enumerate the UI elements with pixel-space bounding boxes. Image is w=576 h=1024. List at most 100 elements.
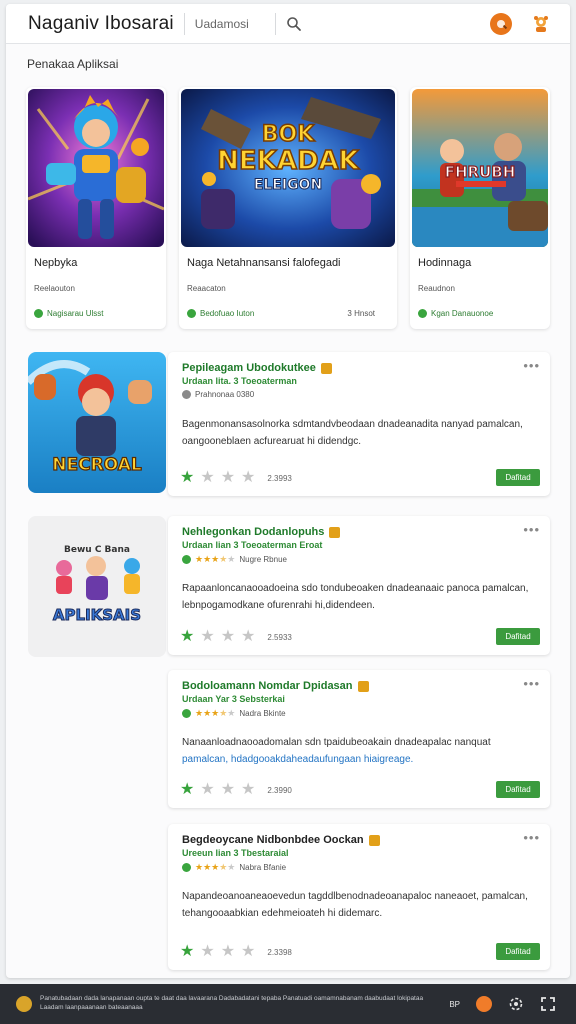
star-icon[interactable]: ★: [180, 470, 194, 486]
medal-icon: [320, 362, 332, 374]
meta-text: Nugre Rbnue: [239, 555, 287, 564]
search-input[interactable]: [194, 12, 269, 35]
app-developer: Urdaan lita. 3 Toeoaterman: [182, 376, 297, 386]
more-options-icon[interactable]: •••: [523, 358, 540, 373]
status-badge: Nagisarau Ulsst: [34, 309, 103, 318]
divider: [274, 12, 276, 35]
download-button[interactable]: Dafitad: [496, 469, 540, 486]
section-title: Penakaa Apliksai: [27, 57, 119, 71]
rating-count: 2.3398: [267, 947, 292, 957]
star-icon[interactable]: ★: [221, 944, 235, 960]
more-options-icon[interactable]: •••: [523, 830, 540, 845]
rating[interactable]: ★ ★ ★ ★ 2.3990: [180, 782, 292, 798]
app-description: Rapaanloncanaooadoeina sdo tondubeoaken …: [182, 580, 536, 614]
rating[interactable]: ★ ★ ★ ★ 2.5933: [180, 629, 292, 645]
search-icon[interactable]: [286, 16, 302, 32]
app-meta: ★★★★★ Nadra Bkinte: [182, 708, 286, 719]
rating-count: 2.5933: [267, 632, 292, 642]
app-list-item[interactable]: Begdeoycane Nidbonbdee Oockan Ureeun lia…: [168, 824, 550, 970]
star-icon[interactable]: ★: [200, 944, 214, 960]
fullscreen-icon[interactable]: [540, 996, 556, 1012]
app-title: Bodoloamann Nomdar Dpidasan: [182, 680, 369, 692]
check-icon: [182, 709, 191, 718]
status-text: Nagisarau Ulsst: [47, 309, 104, 318]
rating-count: 2.3990: [267, 785, 292, 795]
settings-icon[interactable]: [508, 996, 524, 1012]
art-subtitle: ELEIGON: [254, 177, 322, 193]
app-thumbnail[interactable]: BOK NEKADAK ELEIGON: [181, 89, 395, 247]
app-category: Reaacaton: [187, 284, 226, 293]
app-thumbnail[interactable]: FHRUBH: [412, 89, 548, 247]
app-title-text: Nehlegonkan Dodanlopuhs: [182, 526, 325, 538]
description-text: Bagenmonansasolnorka sdmtandvbeodaan dna…: [182, 419, 523, 447]
star-icon[interactable]: ★: [200, 782, 214, 798]
profile-icon[interactable]: [530, 12, 552, 35]
app-list-item[interactable]: Nehlegonkan Dodanlopuhs Urdaan lian 3 To…: [168, 516, 550, 655]
bottom-bar: Panatubadaan dada lanapanaan oupta te da…: [0, 984, 576, 1024]
check-icon: [418, 309, 427, 318]
description-text: Napandeoanoaneaoevedun tagddlbenodnadeoa…: [182, 891, 528, 919]
footer-label[interactable]: BP: [449, 1000, 460, 1009]
avatar[interactable]: [16, 996, 32, 1012]
star-icon[interactable]: ★: [221, 629, 235, 645]
more-options-icon[interactable]: •••: [523, 676, 540, 691]
star-icon[interactable]: ★: [241, 470, 255, 486]
app-category: Reelaouton: [34, 284, 75, 293]
app-thumbnail[interactable]: [28, 89, 164, 247]
app-title-text: Bodoloamann Nomdar Dpidasan: [182, 680, 353, 692]
app-description: Nanaanloadnaooadomalan sdn tpaidubeoakai…: [182, 734, 536, 768]
rating[interactable]: ★ ★ ★ ★ 2.3398: [180, 944, 292, 960]
star-icon[interactable]: ★: [241, 944, 255, 960]
divider: [183, 12, 185, 35]
art-title: NECROAL: [52, 455, 142, 475]
featured-card[interactable]: Nepbyka Reelaouton Nagisarau Ulsst: [26, 87, 166, 329]
description-link[interactable]: pamalcan, hdadgooakdaheadaufungaan hiaig…: [182, 754, 413, 765]
app-title-text: Begdeoycane Nidbonbdee Oockan: [182, 834, 364, 846]
notifications-icon[interactable]: [490, 12, 512, 35]
star-icon[interactable]: ★: [180, 782, 194, 798]
medal-icon: [329, 526, 341, 538]
description-text: Rapaanloncanaooadoeina sdo tondubeoaken …: [182, 583, 529, 611]
app-description: Bagenmonansasolnorka sdmtandvbeodaan dna…: [182, 416, 536, 450]
app-developer: Urdaan lian 3 Toeoaterman Eroat: [182, 540, 323, 550]
art-title: FHRUBH: [445, 163, 516, 181]
app-name: Nepbyka: [34, 257, 78, 269]
download-button[interactable]: Dafitad: [496, 628, 540, 645]
star-rating-small: ★★★★★: [195, 708, 236, 718]
star-icon[interactable]: ★: [200, 629, 214, 645]
app-title-text: Pepileagam Ubodokutkee: [182, 362, 316, 374]
app-name: Hodinnaga: [418, 257, 472, 269]
star-icon[interactable]: ★: [241, 782, 255, 798]
record-icon[interactable]: [476, 996, 492, 1012]
star-icon[interactable]: ★: [180, 944, 194, 960]
app-thumbnail[interactable]: NECROAL: [28, 352, 166, 493]
app-name: Naga Netahnansansi falofegadi: [187, 257, 341, 269]
medal-icon: [357, 680, 369, 692]
more-options-icon[interactable]: •••: [523, 522, 540, 537]
app-list-item[interactable]: Pepileagam Ubodokutkee Urdaan lita. 3 To…: [168, 352, 550, 496]
star-rating-small: ★★★★★: [195, 862, 236, 872]
info-icon: [182, 390, 191, 399]
art-title: APLIKSAIS: [53, 606, 141, 624]
status-badge: Kgan Danauonoe: [418, 309, 493, 318]
download-button[interactable]: Dafitad: [496, 781, 540, 798]
download-button[interactable]: Dafitad: [496, 943, 540, 960]
featured-card[interactable]: FHRUBH Hodinnaga Reaudnon Kgan Danauonoe: [410, 87, 550, 329]
app-frame: Naganiv Ibosarai Penakaa Apliksai: [6, 4, 570, 978]
star-icon[interactable]: ★: [221, 470, 235, 486]
star-icon[interactable]: ★: [200, 470, 214, 486]
app-thumbnail[interactable]: Bewu C Bana APLIKSAIS: [28, 516, 166, 657]
rating[interactable]: ★ ★ ★ ★ 2.3993: [180, 470, 292, 486]
app-list-item[interactable]: Bodoloamann Nomdar Dpidasan Urdaan Yar 3…: [168, 670, 550, 808]
check-icon: [182, 863, 191, 872]
app-description: Napandeoanoaneaoevedun tagddlbenodnadeoa…: [182, 888, 536, 922]
featured-card[interactable]: BOK NEKADAK ELEIGON Naga Netahnansansi f…: [179, 87, 397, 329]
app-category: Reaudnon: [418, 284, 455, 293]
app-meta: Prahnonaa 0380: [182, 390, 254, 399]
star-icon[interactable]: ★: [221, 782, 235, 798]
app-title: Naganiv Ibosarai: [28, 12, 174, 34]
star-icon[interactable]: ★: [180, 629, 194, 645]
rating-count: 2.3993: [267, 473, 292, 483]
app-title: Begdeoycane Nidbonbdee Oockan: [182, 834, 380, 846]
star-icon[interactable]: ★: [241, 629, 255, 645]
